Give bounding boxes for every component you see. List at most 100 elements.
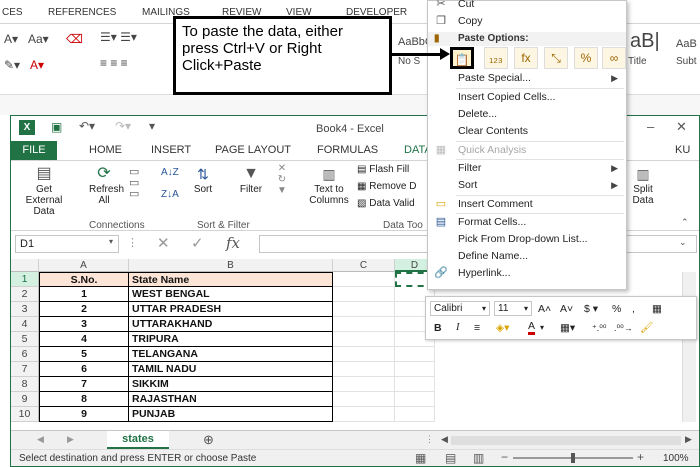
empty-cell[interactable] (333, 362, 395, 377)
connections-icon[interactable]: ▭ ▭ ▭ (129, 167, 139, 200)
zoom-out-icon[interactable]: − (501, 450, 508, 464)
redo-icon[interactable]: ↷▾ (115, 119, 131, 133)
empty-cell[interactable] (333, 332, 395, 347)
normal-view-icon[interactable]: ▦ (415, 451, 426, 465)
menu-quick-analysis[interactable]: ▦ Quick Analysis (428, 142, 626, 159)
paste-formulas-button[interactable]: fx (514, 47, 538, 69)
row-header[interactable]: 6 (11, 347, 39, 362)
empty-cell[interactable] (333, 392, 395, 407)
cell-state-name[interactable]: WEST BENGAL (129, 287, 333, 302)
menu-delete[interactable]: Delete... (428, 106, 626, 123)
cell-state-name[interactable]: SIKKIM (129, 377, 333, 392)
tab-ku[interactable]: KU (675, 144, 690, 156)
zoom-slider-thumb[interactable] (571, 453, 575, 463)
menu-copy[interactable]: ❐ Copy (428, 13, 626, 30)
borders-icon[interactable]: ▦▾ (560, 321, 575, 335)
menu-insert-copied-cells[interactable]: Insert Copied Cells... (428, 89, 626, 106)
grow-font-icon[interactable]: A˄ (538, 302, 551, 316)
cell-state-name[interactable]: TRIPURA (129, 332, 333, 347)
column-header[interactable]: B (129, 259, 333, 272)
cell-sno[interactable]: 5 (39, 347, 129, 362)
cell-state-name[interactable]: TAMIL NADU (129, 362, 333, 377)
menu-format-cells[interactable]: ▤ Format Cells... (428, 214, 626, 231)
sort-button[interactable]: ⇅ Sort (187, 164, 219, 195)
vertical-scrollbar[interactable] (682, 272, 696, 422)
empty-cell[interactable] (395, 407, 435, 422)
empty-cell[interactable] (333, 302, 395, 317)
tab-formulas[interactable]: FORMULAS (317, 144, 378, 156)
paste-link-button[interactable]: ∞ (602, 47, 626, 69)
cell-state-name[interactable]: UTTARAKHAND (129, 317, 333, 332)
format-painter-box-icon[interactable]: ▦ (652, 302, 662, 316)
options-icon[interactable]: ⋮ (425, 434, 434, 445)
menu-insert-comment[interactable]: ▭ Insert Comment (428, 196, 626, 213)
font-color-icon[interactable]: A (528, 321, 536, 335)
cell-sno[interactable]: 9 (39, 407, 129, 422)
empty-cell[interactable] (333, 347, 395, 362)
menu-pick-from-dropdown[interactable]: Pick From Drop-down List... (428, 231, 626, 248)
align-center-icon[interactable]: ≡ (474, 321, 480, 335)
remove-duplicates-button[interactable]: ▦ Remove D (357, 181, 416, 192)
column-header[interactable]: C (333, 259, 395, 272)
empty-cell[interactable] (333, 407, 395, 422)
paste-transpose-button[interactable]: ⤡ (544, 47, 568, 69)
refresh-all-button[interactable]: ⟳ Refresh All (81, 164, 127, 206)
save-icon[interactable]: ▣ (51, 120, 62, 134)
page-break-view-icon[interactable]: ▥ (473, 451, 484, 465)
cancel-entry-icon[interactable]: ✕ (157, 234, 170, 252)
page-layout-view-icon[interactable]: ▤ (445, 451, 456, 465)
enter-entry-icon[interactable]: ✓ (191, 234, 204, 252)
row-header[interactable]: 8 (11, 377, 39, 392)
collapse-ribbon-icon[interactable]: ⌃ (681, 217, 689, 228)
cell-sno[interactable]: 3 (39, 317, 129, 332)
undo-icon[interactable]: ↶▾ (79, 119, 95, 133)
empty-cell[interactable] (333, 272, 395, 287)
empty-cell[interactable] (395, 347, 435, 362)
zoom-level[interactable]: 100% (663, 453, 689, 464)
empty-cell[interactable] (395, 362, 435, 377)
font-size-select[interactable]: 11 ▾ (494, 301, 532, 316)
dropdown-icon[interactable]: ▾ (540, 321, 544, 335)
bold-icon[interactable]: B (434, 321, 442, 335)
empty-cell[interactable] (333, 377, 395, 392)
get-external-data-button[interactable]: ▤ Get External Data (13, 164, 75, 217)
menu-filter[interactable]: Filter ▶ (428, 160, 626, 177)
menu-hyperlink[interactable]: 🔗 Hyperlink... (428, 265, 626, 282)
row-header[interactable]: 7 (11, 362, 39, 377)
shrink-font-icon[interactable]: A˅ (560, 302, 573, 316)
cell-sno[interactable]: 8 (39, 392, 129, 407)
cell-sno[interactable]: 1 (39, 287, 129, 302)
decrease-decimal-icon[interactable]: .⁰⁰→ (614, 321, 633, 335)
column-header[interactable]: A (39, 259, 129, 272)
empty-cell[interactable] (333, 317, 395, 332)
fill-color-icon[interactable]: ◈▾ (496, 321, 509, 335)
tab-file[interactable]: FILE (11, 141, 57, 160)
filter-button[interactable]: ▼ Filter (233, 164, 269, 195)
cell-state-name[interactable]: PUNJAB (129, 407, 333, 422)
cell-state-name[interactable]: TELANGANA (129, 347, 333, 362)
cell-state-name[interactable]: UTTAR PRADESH (129, 302, 333, 317)
minimize-icon[interactable]: – (647, 119, 654, 134)
tab-insert[interactable]: INSERT (151, 144, 191, 156)
name-box-dropdown-icon[interactable]: ▾ (109, 237, 113, 246)
percent-icon[interactable]: % (612, 302, 621, 316)
tab-page-layout[interactable]: PAGE LAYOUT (215, 144, 291, 156)
row-header[interactable]: 10 (11, 407, 39, 422)
row-header[interactable]: 9 (11, 392, 39, 407)
cell-sno[interactable]: 4 (39, 332, 129, 347)
scroll-left-icon[interactable]: ◀ (37, 434, 44, 445)
cell-sno[interactable]: 7 (39, 377, 129, 392)
menu-sort[interactable]: Sort ▶ (428, 177, 626, 194)
flash-fill-button[interactable]: ▤ Flash Fill (357, 164, 409, 175)
advanced-filter-icons[interactable]: ✕ ↻ ▼ (277, 163, 287, 196)
select-all-corner[interactable] (11, 259, 39, 272)
italic-icon[interactable]: I (456, 321, 460, 335)
text-to-columns-button[interactable]: ▥ Text to Columns (305, 164, 353, 206)
row-header[interactable]: 1 (11, 272, 39, 287)
horizontal-scrollbar[interactable] (451, 436, 681, 445)
empty-cell[interactable] (395, 377, 435, 392)
expand-formula-icon[interactable]: ⌄ (679, 237, 687, 248)
tab-home[interactable]: HOME (89, 144, 122, 156)
close-icon[interactable]: ✕ (676, 119, 687, 135)
insert-function-icon[interactable]: fx (226, 234, 240, 252)
